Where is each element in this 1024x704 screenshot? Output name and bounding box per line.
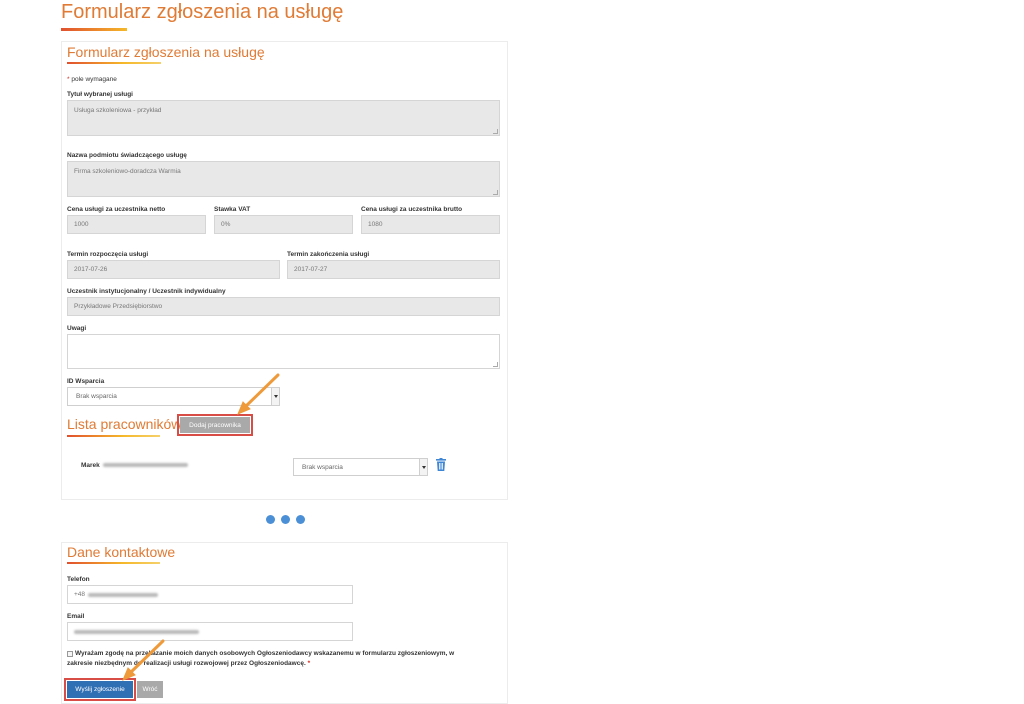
annotation-arrow-icon [122, 373, 280, 681]
